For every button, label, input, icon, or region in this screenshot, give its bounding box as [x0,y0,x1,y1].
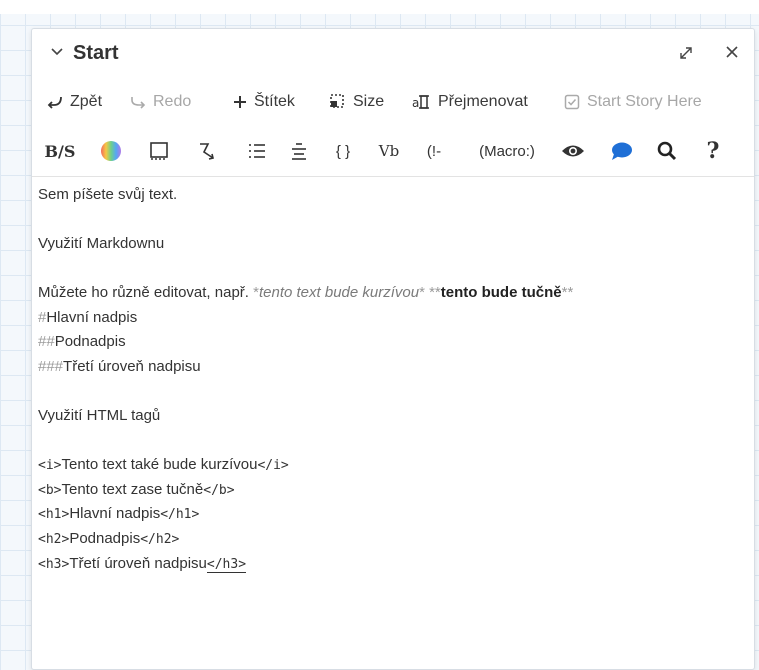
dialog-title: Start [73,42,119,64]
maximize-icon[interactable] [677,44,695,62]
editor-line: <h3>Třetí úroveň nadpisu</h3> [38,555,247,573]
tooltip-button[interactable] [604,136,638,166]
resize-icon [330,94,344,108]
align-center-icon [292,143,306,160]
editor-line: Můžete ho různě editovat, např. *tento t… [38,284,574,301]
redo-button[interactable]: Redo [129,89,191,115]
comment-button[interactable]: (!- [416,136,452,166]
toolbar-divider [32,176,754,177]
verbatim-label: Vb [378,142,400,160]
back-label: Zpět [70,93,103,110]
align-box-button[interactable] [144,136,174,166]
workspace-top-bar [0,0,759,14]
redo-label: Redo [153,93,192,110]
editor-line: <h2>Podnadpis</h2> [38,530,180,547]
close-icon[interactable] [723,43,741,61]
list-icon [249,144,265,158]
macro-label: (Macro:) [479,142,535,160]
editor-line: <i>Tento text také bude kurzívou</i> [38,456,289,473]
editor-line: #Hlavní nadpis [38,309,138,326]
svg-text:a: a [412,96,419,110]
rename-icon: a [412,95,429,110]
passage-edit-dialog: Start Zpět Redo Štítek Size a Přejmenova… [31,28,755,670]
code-label: { } [335,142,351,160]
passage-toolbar: Zpět Redo Štítek Size a Přejmenovat Star… [46,89,746,115]
comment-label: (!- [426,142,442,160]
eye-icon [562,145,584,157]
editor-line: <b>Tento text zase tučně</b> [38,481,235,498]
editor-line: ##Podnadpis [38,333,126,350]
color-button[interactable] [96,136,126,166]
editor-line: ###Třetí úroveň nadpisu [38,358,201,375]
bold-strike-button[interactable]: B/S [44,136,76,166]
back-button[interactable]: Zpět [46,89,102,115]
size-label: Size [353,93,385,110]
speech-bubble-icon [612,142,632,160]
search-icon [657,141,677,161]
editor-line: Sem píšete svůj text. [38,186,178,203]
help-button[interactable]: ? [696,136,730,166]
help-label: ? [706,138,720,164]
editor-line: <h1>Hlavní nadpis</h1> [38,505,200,522]
tag-button[interactable]: Štítek [232,89,295,115]
color-wheel-icon [101,141,121,161]
macro-button[interactable]: (Macro:) [468,136,546,166]
preview-button[interactable] [556,136,590,166]
branch-icon [200,143,214,160]
redo-icon [131,97,146,109]
code-button[interactable]: { } [326,136,360,166]
dialog-titlebar: Start [32,29,754,79]
find-button[interactable] [650,136,684,166]
align-center-button[interactable] [284,136,314,166]
link-button[interactable] [192,136,222,166]
list-button[interactable] [242,136,272,166]
tag-label: Štítek [254,93,295,110]
rename-button[interactable]: a Přejmenovat [412,89,528,115]
box-icon [150,142,168,160]
rename-label: Přejmenovat [438,93,528,110]
size-button[interactable]: Size [329,89,384,115]
bold-strike-label: B/S [44,141,76,161]
start-story-button[interactable]: Start Story Here [564,89,702,115]
plus-icon [234,96,246,108]
undo-icon [47,96,62,109]
verbatim-button[interactable]: Vb [372,136,406,166]
format-toolbar: B/S {} Vb (!- (Macro:) ? [44,136,744,166]
chevron-down-icon[interactable] [50,45,64,59]
editor-line: Využití HTML tagů [38,407,161,424]
start-story-label: Start Story Here [587,93,702,110]
checkbox-icon [564,94,580,110]
editor-line: Využití Markdownu [38,235,165,252]
